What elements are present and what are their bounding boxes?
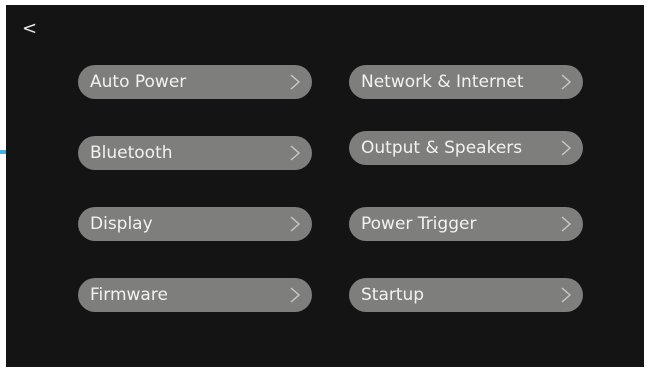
output-speakers-label: Output & Speakers xyxy=(361,138,523,158)
chevron-right-icon xyxy=(561,216,572,232)
chevron-right-icon xyxy=(290,74,301,90)
bluetooth-label: Bluetooth xyxy=(90,143,173,163)
chevron-right-icon xyxy=(290,145,301,161)
display-label: Display xyxy=(90,214,153,234)
chevron-right-icon xyxy=(561,74,572,90)
settings-screen: < Auto Power Bluetooth Display Firmware … xyxy=(6,5,644,367)
chevron-right-icon xyxy=(290,287,301,303)
startup-label: Startup xyxy=(361,285,425,305)
network-internet-button[interactable]: Network & Internet xyxy=(349,65,583,99)
firmware-button[interactable]: Firmware xyxy=(78,278,312,312)
network-internet-label: Network & Internet xyxy=(361,72,524,92)
chevron-right-icon xyxy=(561,140,572,156)
back-button[interactable]: < xyxy=(22,17,42,41)
bluetooth-button[interactable]: Bluetooth xyxy=(78,136,312,170)
startup-button[interactable]: Startup xyxy=(349,278,583,312)
chevron-right-icon xyxy=(290,216,301,232)
back-label: < xyxy=(22,18,38,39)
auto-power-button[interactable]: Auto Power xyxy=(78,65,312,99)
display-button[interactable]: Display xyxy=(78,207,312,241)
power-trigger-button[interactable]: Power Trigger xyxy=(349,207,583,241)
firmware-label: Firmware xyxy=(90,285,168,305)
output-speakers-button[interactable]: Output & Speakers xyxy=(349,131,583,165)
auto-power-label: Auto Power xyxy=(90,72,187,92)
power-trigger-label: Power Trigger xyxy=(361,214,477,234)
chevron-right-icon xyxy=(561,287,572,303)
